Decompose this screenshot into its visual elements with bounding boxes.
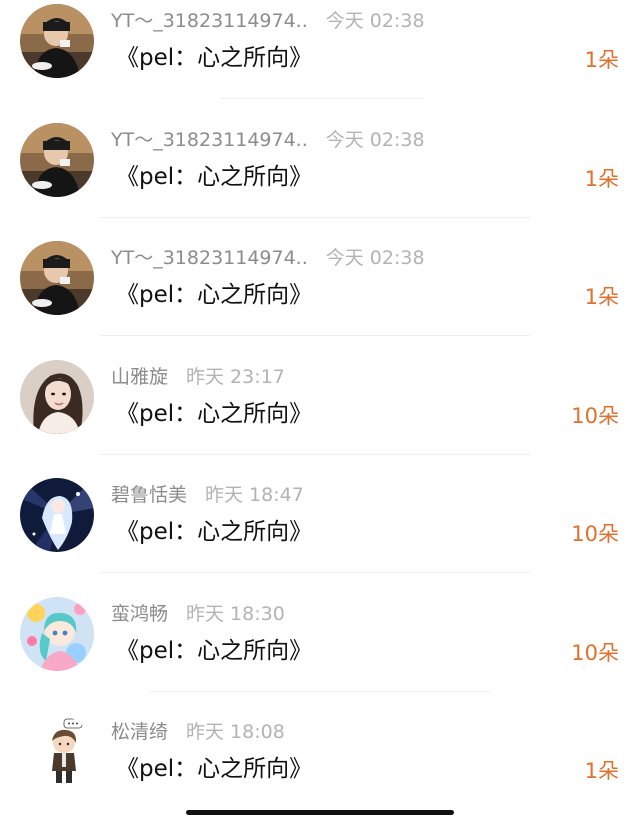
flower-count: 10朵 xyxy=(571,522,619,546)
row-meta: 蛮鸿畅 昨天 18:30 xyxy=(111,601,285,627)
user-name[interactable]: 碧鲁恬美 xyxy=(111,484,187,506)
message-text: 《pel：心之所向》 xyxy=(116,400,313,427)
user-name[interactable]: 松清绮 xyxy=(111,721,168,743)
row-meta: 山雅旋 昨天 23:17 xyxy=(111,364,285,390)
timestamp: 今天 02:38 xyxy=(325,247,425,269)
message-text: 《pel：心之所向》 xyxy=(116,637,313,664)
message-text: 《pel：心之所向》 xyxy=(116,756,313,782)
flower-count: 1朵 xyxy=(584,166,619,191)
divider xyxy=(100,453,530,455)
flower-count: 1朵 xyxy=(584,48,619,72)
list-item[interactable]: 山雅旋 昨天 23:17 《pel：心之所向》 10朵 xyxy=(0,356,640,475)
timestamp: 昨天 18:47 xyxy=(205,484,304,506)
gift-record-list: YT～_31823114974.. 今天 02:38 《pel：心之所向》 1朵 … xyxy=(0,0,640,830)
avatar-anime-girl-icon[interactable] xyxy=(20,478,94,552)
home-indicator[interactable] xyxy=(186,810,454,815)
divider xyxy=(100,572,530,573)
timestamp: 昨天 23:17 xyxy=(186,365,285,388)
message-text: 《pel：心之所向》 xyxy=(116,45,313,71)
timestamp: 昨天 18:30 xyxy=(186,602,285,625)
avatar-woman-photo-icon[interactable] xyxy=(20,359,94,434)
flower-count: 10朵 xyxy=(571,640,619,665)
user-name[interactable]: YT～_31823114974.. xyxy=(111,247,308,269)
flower-count: 1朵 xyxy=(584,285,619,309)
timestamp: 今天 02:38 xyxy=(325,10,425,32)
list-item[interactable]: 蛮鸿畅 昨天 18:30 《pel：心之所向》 10朵 xyxy=(0,593,640,712)
flower-count: 10朵 xyxy=(571,403,619,428)
divider xyxy=(100,335,530,336)
list-item[interactable]: YT～_31823114974.. 今天 02:38 《pel：心之所向》 1朵 xyxy=(0,237,640,356)
list-item[interactable]: YT～_31823114974.. 今天 02:38 《pel：心之所向》 1朵 xyxy=(0,119,640,238)
row-meta: YT～_31823114974.. 今天 02:38 xyxy=(111,245,425,271)
divider xyxy=(150,690,490,692)
divider xyxy=(100,216,530,218)
avatar-man-photo-icon[interactable] xyxy=(20,122,94,197)
user-name[interactable]: YT～_31823114974.. xyxy=(111,10,308,32)
timestamp: 今天 02:38 xyxy=(325,128,425,151)
avatar-man-photo-icon[interactable] xyxy=(20,241,94,315)
timestamp: 昨天 18:08 xyxy=(186,721,285,743)
user-name[interactable]: 山雅旋 xyxy=(111,366,168,388)
user-name[interactable]: YT～_31823114974.. xyxy=(111,129,308,151)
avatar-cartoon-characters-icon[interactable] xyxy=(20,596,94,671)
row-meta: 松清绮 昨天 18:08 xyxy=(111,719,285,745)
avatar-cartoon-boy-icon[interactable] xyxy=(20,715,94,789)
divider xyxy=(220,98,424,99)
row-meta: YT～_31823114974.. 今天 02:38 xyxy=(111,127,425,153)
flower-count: 1朵 xyxy=(584,759,619,783)
message-text: 《pel：心之所向》 xyxy=(116,163,313,190)
list-item[interactable]: 碧鲁恬美 昨天 18:47 《pel：心之所向》 10朵 xyxy=(0,474,640,593)
message-text: 《pel：心之所向》 xyxy=(116,519,313,545)
avatar-man-photo-icon[interactable] xyxy=(20,4,94,78)
row-meta: 碧鲁恬美 昨天 18:47 xyxy=(111,482,304,508)
row-meta: YT～_31823114974.. 今天 02:38 xyxy=(111,8,425,34)
list-item[interactable]: YT～_31823114974.. 今天 02:38 《pel：心之所向》 1朵 xyxy=(0,0,640,119)
user-name[interactable]: 蛮鸿畅 xyxy=(111,603,168,625)
message-text: 《pel：心之所向》 xyxy=(116,282,313,308)
